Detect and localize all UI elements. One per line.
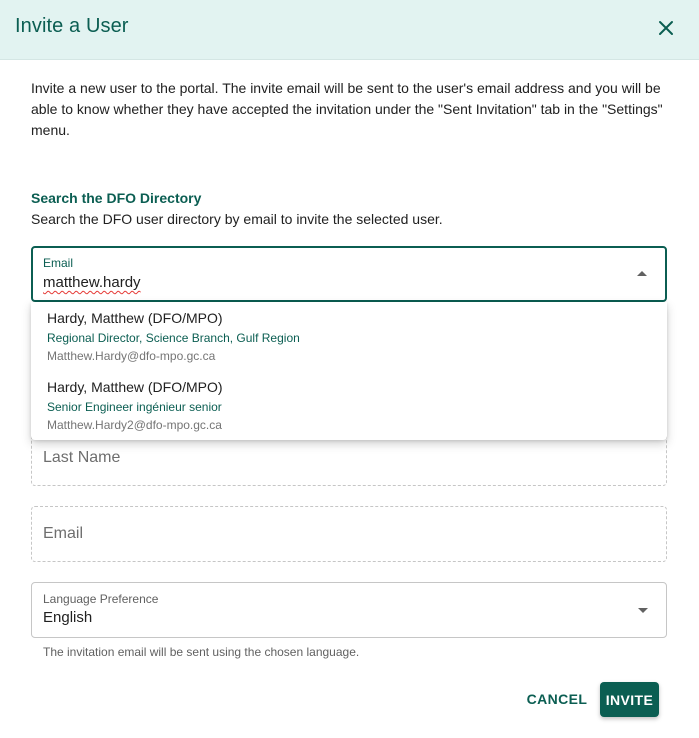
directory-description: Search the DFO user directory by email t… bbox=[31, 211, 443, 227]
email-placeholder: Email bbox=[43, 525, 84, 542]
language-select[interactable]: Language Preference English bbox=[31, 582, 667, 638]
intro-text: Invite a new user to the portal. The inv… bbox=[31, 80, 663, 138]
result-name: Hardy, Matthew (DFO/MPO) bbox=[47, 310, 223, 326]
result-email: Matthew.Hardy@dfo-mpo.gc.ca bbox=[47, 349, 216, 363]
email-search-label: Email bbox=[43, 256, 74, 270]
invite-button[interactable]: INVITE bbox=[600, 682, 659, 717]
directory-email-search[interactable]: Email matthew.hardy bbox=[31, 246, 667, 302]
directory-title: Search the DFO Directory bbox=[31, 190, 202, 206]
chevron-down-icon[interactable] bbox=[638, 608, 648, 613]
result-role: Regional Director, Science Branch, Gulf … bbox=[47, 331, 300, 345]
email-search-value[interactable]: matthew.hardy bbox=[43, 274, 141, 291]
dialog-title: Invite a User bbox=[15, 15, 129, 37]
last-name-placeholder: Last Name bbox=[43, 449, 121, 466]
dialog-header: Invite a User bbox=[0, 0, 699, 60]
language-label: Language Preference bbox=[43, 592, 159, 606]
email-field[interactable]: Email bbox=[31, 506, 667, 562]
result-role: Senior Engineer ingénieur senior bbox=[47, 400, 222, 414]
language-value: English bbox=[43, 609, 93, 626]
close-button[interactable] bbox=[652, 14, 680, 42]
result-name: Hardy, Matthew (DFO/MPO) bbox=[47, 379, 223, 395]
result-option[interactable]: Hardy, Matthew (DFO/MPO) Senior Engineer… bbox=[31, 371, 667, 440]
language-hint: The invitation email will be sent using … bbox=[43, 645, 360, 659]
search-results-dropdown: Hardy, Matthew (DFO/MPO) Regional Direct… bbox=[31, 302, 667, 440]
result-option[interactable]: Hardy, Matthew (DFO/MPO) Regional Direct… bbox=[31, 302, 667, 371]
cancel-button[interactable]: CANCEL bbox=[522, 684, 592, 714]
result-email: Matthew.Hardy2@dfo-mpo.gc.ca bbox=[47, 418, 222, 432]
invite-user-dialog: Invite a User Invite a new user to the p… bbox=[0, 0, 699, 738]
caret-up-icon[interactable] bbox=[637, 271, 647, 276]
close-icon bbox=[659, 21, 673, 35]
